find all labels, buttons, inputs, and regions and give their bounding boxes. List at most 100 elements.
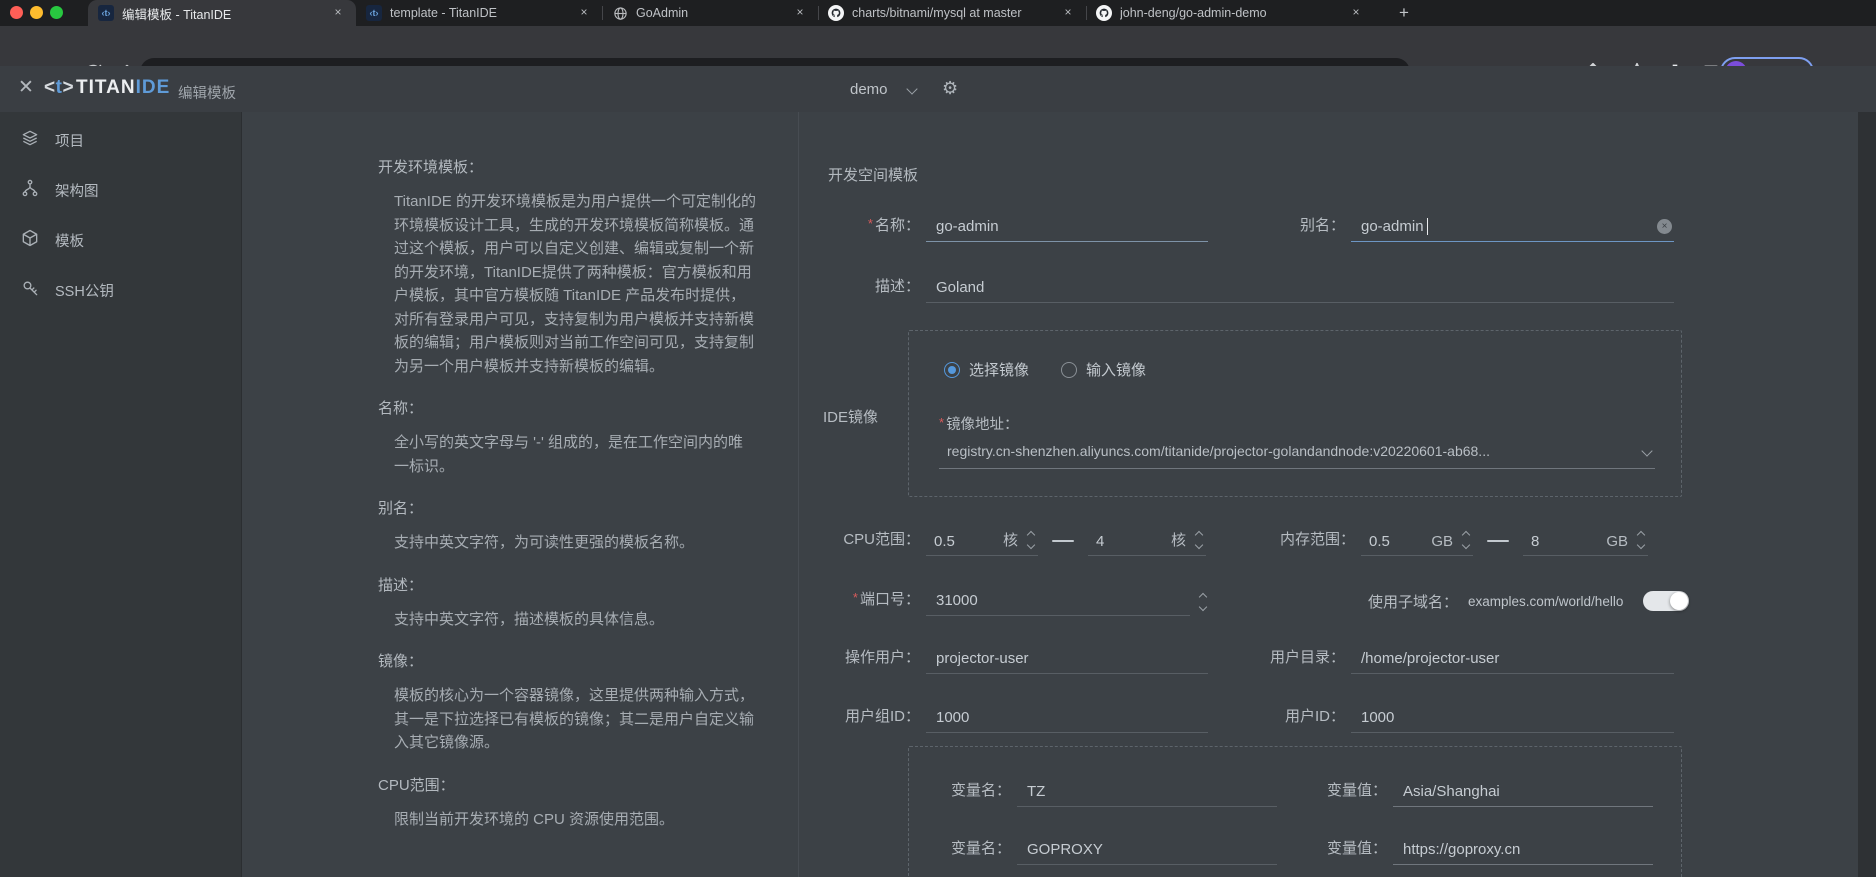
- window-minimize-button[interactable]: [30, 6, 43, 19]
- field-user-dir: 用户目录： /home/projector-user: [1238, 644, 1674, 674]
- memory-max-unit: GB: [1606, 533, 1628, 550]
- tab-close-icon[interactable]: [1060, 5, 1076, 21]
- user-id-value: 1000: [1361, 709, 1394, 726]
- window-close-button[interactable]: [10, 6, 23, 19]
- env-value-input[interactable]: https://goproxy.cn: [1393, 841, 1653, 865]
- stepper-icon[interactable]: [1194, 532, 1204, 550]
- sidebar-item-label: 项目: [55, 130, 84, 151]
- op-user-value: projector-user: [936, 650, 1029, 667]
- op-user-input[interactable]: projector-user: [926, 650, 1208, 674]
- group-id-label: 用户组ID：: [828, 705, 920, 733]
- stepper-icon[interactable]: [1636, 532, 1646, 550]
- ide-image-box: 选择镜像 输入镜像 镜像地址： registry.cn-shenzhen.ali…: [908, 330, 1682, 497]
- screen: ‹t› 编辑模板 - TitanIDE ‹t› template - Titan…: [0, 0, 1876, 877]
- cpu-min-unit: 核: [1003, 529, 1018, 550]
- layers-icon: [20, 128, 40, 152]
- name-value: go-admin: [936, 218, 999, 235]
- user-dir-input[interactable]: /home/projector-user: [1351, 650, 1674, 674]
- env-value-input[interactable]: Asia/Shanghai: [1393, 783, 1653, 807]
- close-icon[interactable]: ✕: [14, 76, 38, 100]
- radio-input-image[interactable]: [1061, 362, 1077, 378]
- clear-icon[interactable]: [1657, 219, 1672, 234]
- chevron-down-icon[interactable]: [1641, 445, 1652, 456]
- description-label: 描述：: [828, 275, 920, 303]
- sidebar-item-ssh-keys[interactable]: SSH公钥: [0, 272, 242, 308]
- alias-value: go-admin: [1361, 218, 1424, 235]
- gear-icon[interactable]: ⚙: [942, 78, 958, 99]
- sidebar: 项目 架构图 模板 SSH公钥: [0, 112, 242, 877]
- env-value-value: https://goproxy.cn: [1403, 841, 1520, 858]
- tab-edit-template[interactable]: ‹t› 编辑模板 - TitanIDE: [88, 0, 356, 26]
- chevron-down-icon[interactable]: [906, 83, 917, 94]
- tab-close-icon[interactable]: [576, 5, 592, 21]
- docs-heading: CPU范围：: [378, 774, 756, 795]
- user-dir-value: /home/projector-user: [1361, 650, 1499, 667]
- name-label: 名称：: [828, 214, 920, 242]
- subdomain-toggle[interactable]: [1643, 591, 1689, 611]
- stepper-icon[interactable]: [1026, 532, 1036, 550]
- tab-charts-bitnami-mysql[interactable]: charts/bitnami/mysql at master: [818, 0, 1086, 26]
- sidebar-item-templates[interactable]: 模板: [0, 222, 242, 258]
- radio-select-image[interactable]: [944, 362, 960, 378]
- port-input[interactable]: 31000: [926, 592, 1190, 616]
- workspace-selector[interactable]: demo: [850, 81, 888, 98]
- tab-template[interactable]: ‹t› template - TitanIDE: [356, 0, 602, 26]
- range-dash: [1052, 540, 1074, 542]
- image-address-label: 镜像地址：: [939, 413, 1019, 434]
- key-icon: [20, 278, 40, 302]
- user-id-label: 用户ID：: [1238, 705, 1345, 733]
- tab-close-icon[interactable]: [330, 5, 346, 21]
- column-divider: [798, 112, 799, 877]
- cube-icon: [20, 228, 40, 252]
- memory-min-input[interactable]: 0.5 GB: [1361, 532, 1473, 556]
- window-zoom-button[interactable]: [50, 6, 63, 19]
- env-var-row: 变量名： GOPROXY 变量值： https://goproxy.cn: [939, 835, 1653, 865]
- new-tab-button[interactable]: +: [1392, 1, 1416, 25]
- globe-icon: [612, 5, 628, 21]
- user-dir-label: 用户目录：: [1238, 646, 1345, 674]
- env-name-input[interactable]: GOPROXY: [1017, 841, 1277, 865]
- sidebar-item-projects[interactable]: 项目: [0, 122, 242, 158]
- subdomain-value: examples.com/world/hello: [1468, 594, 1623, 609]
- name-input[interactable]: go-admin: [926, 218, 1208, 242]
- text-cursor: [1427, 218, 1429, 235]
- sidebar-item-label: SSH公钥: [55, 280, 114, 301]
- image-address-value: registry.cn-shenzhen.aliyuncs.com/titani…: [947, 443, 1635, 459]
- tab-goadmin[interactable]: GoAdmin: [602, 0, 818, 26]
- radio-input-image-label: 输入镜像: [1086, 359, 1146, 380]
- cpu-min-input[interactable]: 0.5 核: [926, 529, 1038, 556]
- tab-title: john-deng/go-admin-demo: [1120, 6, 1340, 20]
- tab-close-icon[interactable]: [792, 5, 808, 21]
- sidebar-item-label: 模板: [55, 230, 84, 251]
- env-name-input[interactable]: TZ: [1017, 783, 1277, 807]
- group-id-input[interactable]: 1000: [926, 709, 1208, 733]
- branch-icon: [20, 178, 40, 202]
- user-id-input[interactable]: 1000: [1351, 709, 1674, 733]
- alias-input[interactable]: go-admin: [1351, 218, 1674, 242]
- tab-close-icon[interactable]: [1348, 5, 1364, 21]
- op-user-label: 操作用户：: [828, 646, 920, 674]
- logo-titan: TITAN: [76, 77, 136, 99]
- port-label: 端口号：: [828, 588, 920, 616]
- stepper-icon[interactable]: [1461, 532, 1471, 550]
- description-input[interactable]: Goland: [926, 279, 1674, 303]
- cpu-max-input[interactable]: 4 核: [1088, 529, 1206, 556]
- tab-go-admin-demo[interactable]: john-deng/go-admin-demo: [1086, 0, 1374, 26]
- stepper-icon[interactable]: [1198, 594, 1208, 612]
- sidebar-item-architecture[interactable]: 架构图: [0, 172, 242, 208]
- field-op-user: 操作用户： projector-user: [828, 644, 1208, 674]
- docs-heading: 开发环境模板：: [378, 156, 756, 177]
- image-address-dropdown[interactable]: registry.cn-shenzhen.aliyuncs.com/titani…: [939, 443, 1655, 469]
- memory-min-value: 0.5: [1369, 533, 1431, 550]
- docs-body: 支持中英文字符，为可读性更强的模板名称。: [394, 531, 756, 555]
- scrollbar[interactable]: [1858, 112, 1876, 877]
- ide-image-label: IDE镜像: [823, 406, 878, 427]
- tab-title: template - TitanIDE: [390, 6, 568, 20]
- tab-title: 编辑模板 - TitanIDE: [122, 4, 322, 23]
- template-docs: 开发环境模板： TitanIDE 的开发环境模板是为用户提供一个可定制化的环境模…: [378, 156, 756, 850]
- tab-title: GoAdmin: [636, 6, 784, 20]
- browser-toolbar: demo.titanide.cn/ide/web/workspace/templ…: [0, 26, 1876, 66]
- docs-body: 模板的核心为一个容器镜像，这里提供两种输入方式，其一是下拉选择已有模板的镜像；其…: [394, 684, 756, 755]
- memory-max-input[interactable]: 8 GB: [1523, 532, 1648, 556]
- docs-heading: 名称：: [378, 397, 756, 418]
